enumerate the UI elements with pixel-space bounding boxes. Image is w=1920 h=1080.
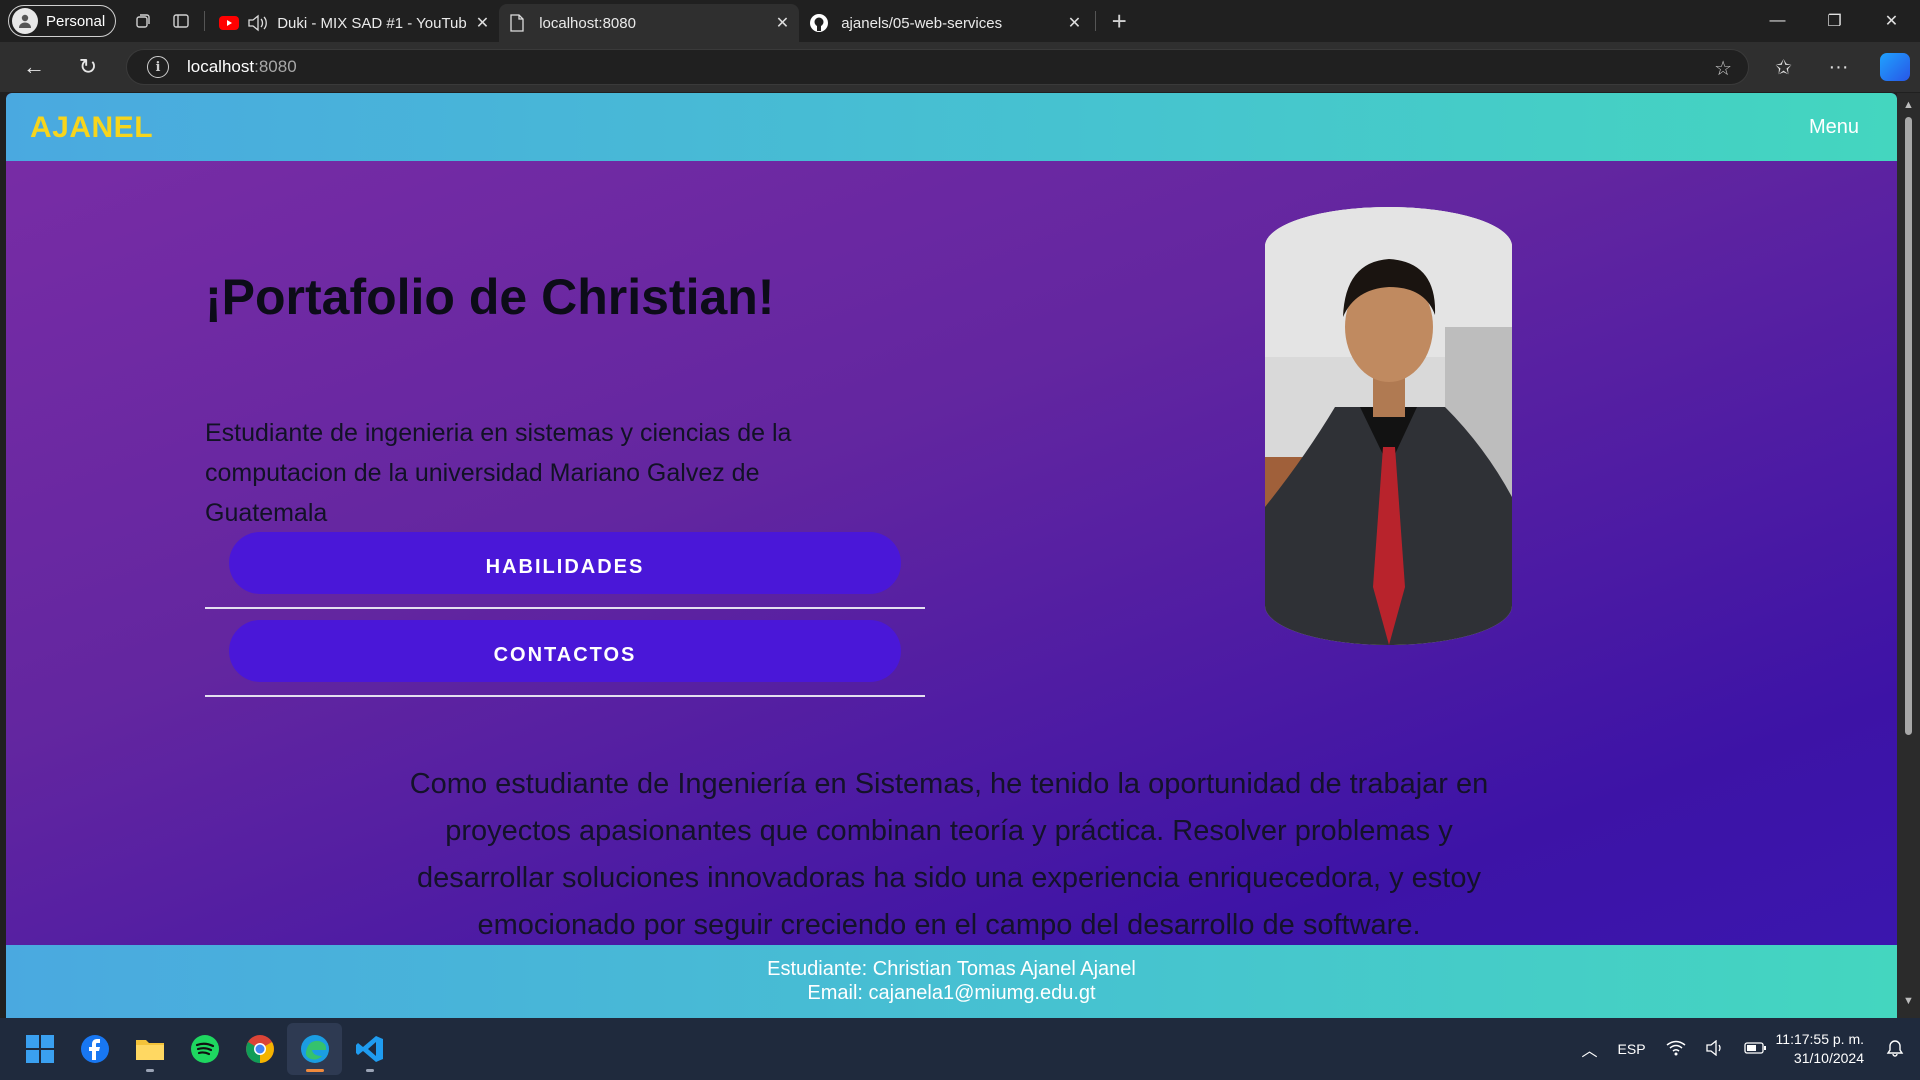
site-logo[interactable]: AJANEL	[30, 111, 153, 145]
profile-label: Personal	[46, 12, 106, 30]
back-icon[interactable]: ←	[12, 47, 56, 87]
chrome-icon[interactable]	[232, 1023, 287, 1075]
new-tab-icon[interactable]: +	[1100, 4, 1138, 38]
windows-start-icon[interactable]	[12, 1023, 67, 1075]
more-options-icon[interactable]: ···	[1811, 56, 1866, 79]
close-tab-icon[interactable]: ✕	[476, 13, 489, 33]
browser-tab-bar: Personal Duki - MIX SAD #1 - YouTube ✕ l…	[0, 0, 1920, 42]
address-bar[interactable]: i localhost:8080 ☆	[126, 49, 1749, 85]
page-viewport: AJANEL Menu ¡Portafolio de Christian! Es…	[6, 93, 1897, 1018]
tab-github[interactable]: ajanels/05-web-services ✕	[799, 4, 1091, 42]
site-footer: Estudiante: Christian Tomas Ajanel Ajane…	[6, 945, 1897, 1018]
edge-icon[interactable]	[287, 1023, 342, 1075]
tab-localhost[interactable]: localhost:8080 ✕	[499, 4, 800, 42]
address-port: :8080	[254, 57, 297, 76]
scroll-up-icon[interactable]: ▲	[1903, 99, 1914, 111]
contacts-button[interactable]: CONTACTOS	[229, 620, 901, 682]
page-icon	[510, 14, 524, 32]
close-window-icon[interactable]: ✕	[1863, 0, 1920, 42]
window-controls: — ❐ ✕	[1749, 0, 1920, 42]
hero-title: ¡Portafolio de Christian!	[205, 269, 775, 325]
taskbar: ︿ ESP 11:17:55 p. m. 31/10/2024	[0, 1018, 1920, 1080]
footer-email: Email: cajanela1@miumg.edu.gt	[807, 982, 1096, 1004]
copilot-icon[interactable]	[1880, 53, 1910, 81]
tab-title: localhost:8080	[539, 14, 636, 32]
hero-description: Estudiante de ingenieria en sistemas y c…	[205, 419, 792, 527]
minimize-icon[interactable]: —	[1749, 0, 1806, 42]
toolbar-actions: ✩ ···	[1756, 42, 1920, 92]
wifi-icon[interactable]	[1666, 1040, 1686, 1059]
clock-time: 11:17:55 p. m.	[1775, 1031, 1864, 1047]
tab-separator	[1095, 11, 1097, 31]
refresh-icon[interactable]: ↻	[66, 47, 110, 87]
favorites-icon[interactable]: ✩	[1756, 55, 1811, 80]
clock[interactable]: 11:17:55 p. m. 31/10/2024	[1776, 1030, 1864, 1068]
vscode-icon[interactable]	[342, 1023, 397, 1075]
github-icon	[810, 14, 829, 32]
tab-title: ajanels/05-web-services	[841, 14, 1003, 32]
browser-toolbar: ← ↻ i localhost:8080 ☆ ✩ ···	[0, 42, 1920, 92]
page-scrollbar[interactable]: ▲ ▼	[1897, 93, 1920, 1018]
scrollbar-thumb[interactable]	[1905, 117, 1912, 735]
system-tray: ︿ ESP 11:17:55 p. m. 31/10/2024	[1572, 1018, 1920, 1080]
battery-icon[interactable]	[1743, 1041, 1766, 1057]
chevron-up-icon[interactable]: ︿	[1582, 1037, 1598, 1061]
facebook-icon[interactable]	[67, 1023, 122, 1075]
skills-row: HABILIDADES	[205, 532, 925, 609]
profile-photo-illustration	[1265, 207, 1512, 645]
notifications-icon[interactable]	[1886, 1039, 1904, 1060]
scroll-down-icon[interactable]: ▼	[1903, 995, 1914, 1007]
file-explorer-icon[interactable]	[122, 1023, 177, 1075]
running-indicator	[365, 1069, 374, 1072]
skills-button[interactable]: HABILIDADES	[229, 532, 901, 594]
profile-photo	[1265, 207, 1512, 645]
favorite-star-icon[interactable]: ☆	[1714, 56, 1732, 81]
site-info-icon[interactable]: i	[147, 56, 169, 78]
restore-icon[interactable]: ❐	[1806, 0, 1863, 42]
tab-actions-icon[interactable]	[162, 4, 200, 38]
contacts-row: CONTACTOS	[205, 620, 925, 697]
about-text: Como estudiante de Ingeniería en Sistema…	[409, 768, 1489, 941]
close-tab-icon[interactable]: ✕	[776, 13, 789, 33]
active-indicator	[305, 1069, 324, 1072]
volume-icon[interactable]	[1705, 1039, 1724, 1059]
profile-button[interactable]: Personal	[8, 5, 117, 37]
tab-separator	[204, 11, 206, 31]
language-indicator[interactable]: ESP	[1618, 1041, 1646, 1057]
site-header: AJANEL Menu	[6, 93, 1897, 161]
clock-date: 31/10/2024	[1793, 1050, 1864, 1066]
tab-title: Duki - MIX SAD #1 - YouTube	[277, 14, 468, 32]
speaker-icon[interactable]	[247, 14, 269, 32]
youtube-icon	[219, 16, 240, 30]
address-url[interactable]: localhost:8080	[187, 57, 297, 77]
address-host: localhost	[187, 57, 255, 76]
running-indicator	[145, 1069, 154, 1072]
footer-student: Estudiante: Christian Tomas Ajanel Ajane…	[767, 958, 1136, 980]
tab-youtube[interactable]: Duki - MIX SAD #1 - YouTube ✕	[209, 4, 499, 42]
workspaces-icon[interactable]	[124, 4, 162, 38]
menu-link[interactable]: Menu	[1809, 116, 1859, 139]
spotify-icon[interactable]	[177, 1023, 232, 1075]
profile-avatar-icon	[12, 8, 38, 34]
close-tab-icon[interactable]: ✕	[1068, 13, 1081, 33]
